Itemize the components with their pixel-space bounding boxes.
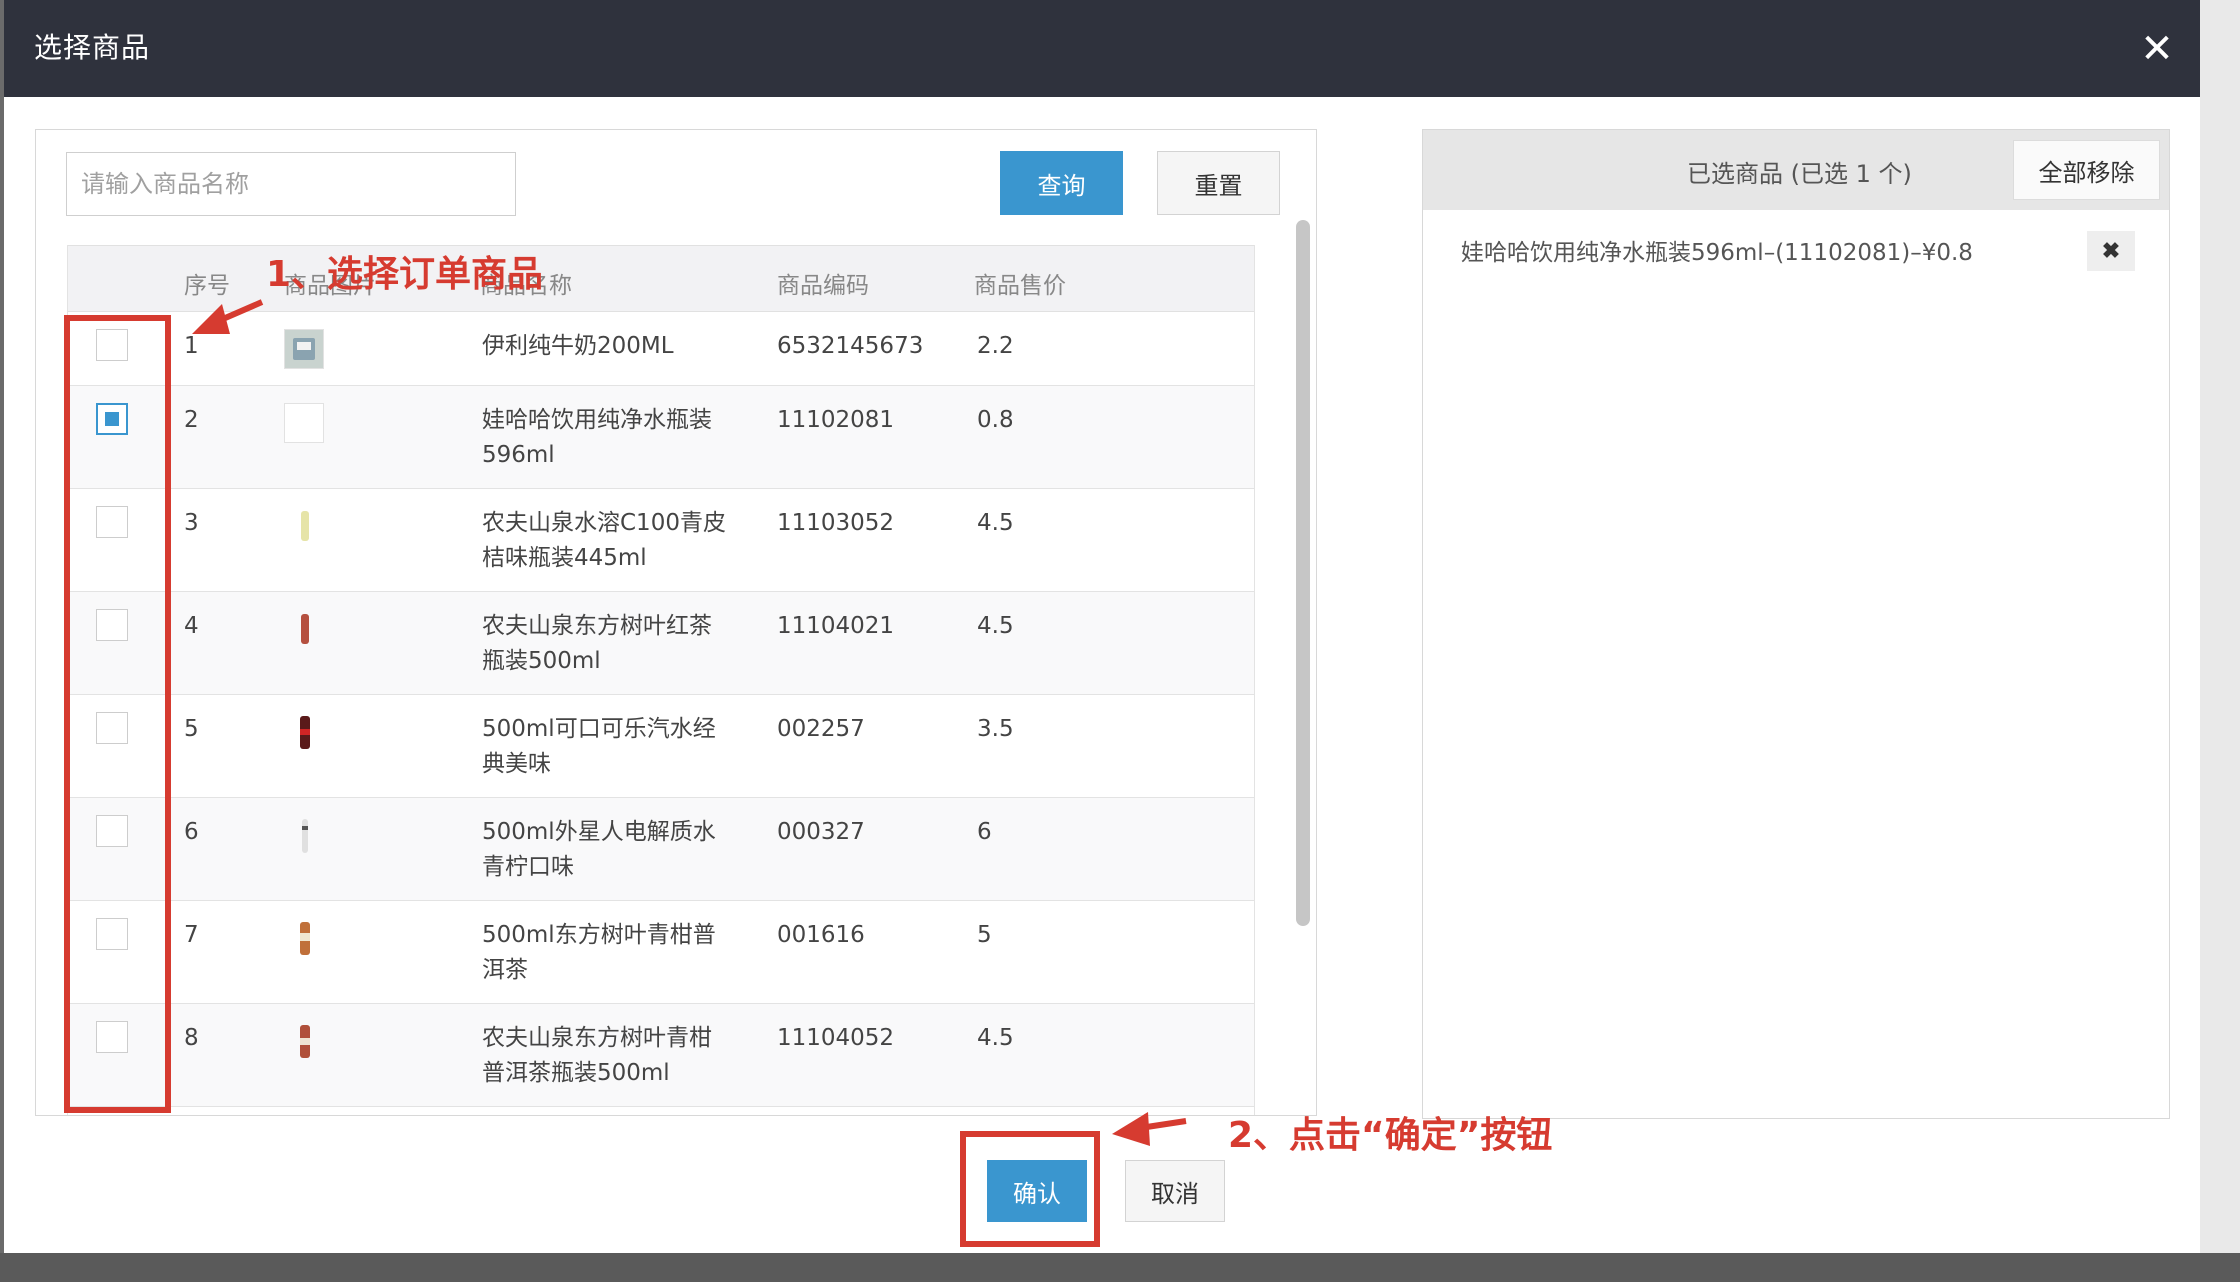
row-name-line1: 500ml东方树叶青柑普	[482, 922, 716, 948]
selected-header: 已选商品 (已选 1 个) 全部移除	[1423, 130, 2169, 210]
row-name-line2: 青柠口味	[482, 854, 574, 880]
row-name-line1: 伊利纯牛奶200ML	[482, 333, 674, 359]
row-index: 2	[184, 407, 199, 433]
selected-item-label: 娃哈哈饮用纯净水瓶装596ml–(11102081)–¥0.8	[1461, 240, 1973, 266]
table-row[interactable]: 5 500ml可口可乐汽水经 典美味 002257 3.5	[68, 695, 1254, 798]
table-row[interactable]: 7 500ml东方树叶青柑普 洱茶 001616 5	[68, 901, 1254, 1004]
column-header-code: 商品编码	[777, 273, 869, 299]
row-index: 5	[184, 716, 199, 742]
row-name-line1: 娃哈哈饮用纯净水瓶装	[482, 407, 712, 433]
product-list-panel: 查询 重置 序号 商品图片 商品名称 商品编码 商品售价 1 伊利纯牛奶200M…	[35, 129, 1317, 1116]
row-code: 6532145673	[777, 333, 924, 359]
row-name-line2: 典美味	[482, 751, 551, 777]
close-icon[interactable]: ✕	[2134, 26, 2180, 72]
row-name-line1: 500ml外星人电解质水	[482, 819, 716, 845]
table-header: 序号 商品图片 商品名称 商品编码 商品售价	[68, 245, 1254, 312]
product-table: 序号 商品图片 商品名称 商品编码 商品售价 1 伊利纯牛奶200ML 6532…	[67, 245, 1255, 1115]
bottle-icon	[284, 815, 324, 855]
page-backdrop-bottom	[0, 1253, 2240, 1282]
row-code: 11102081	[777, 407, 895, 433]
search-button[interactable]: 查询	[1000, 151, 1123, 215]
search-input[interactable]	[66, 152, 516, 216]
row-name-line1: 农夫山泉水溶C100青皮	[482, 510, 726, 536]
row-price: 4.5	[977, 1025, 1014, 1051]
row-code: 11104052	[777, 1025, 895, 1051]
cancel-button[interactable]: 取消	[1125, 1160, 1225, 1222]
row-price: 4.5	[977, 510, 1014, 536]
select-product-modal: 选择商品 ✕ 查询 重置 序号 商品图片 商品名称 商品编码 商品售价 1	[4, 0, 2200, 1253]
row-code: 000327	[777, 819, 865, 845]
row-name-line1: 500ml可口可乐汽水经	[482, 716, 716, 742]
annotation-checkbox-highlight	[64, 315, 171, 1113]
row-index: 4	[184, 613, 199, 639]
table-scrollbar[interactable]	[1296, 220, 1310, 926]
row-price: 4.5	[977, 613, 1014, 639]
row-code: 001616	[777, 922, 865, 948]
table-row[interactable]: 8 农夫山泉东方树叶青柑 普洱茶瓶装500ml 11104052 4.5	[68, 1004, 1254, 1107]
row-index: 1	[184, 333, 199, 359]
row-name-line2: 桔味瓶装445ml	[482, 545, 647, 571]
selected-products-panel: 已选商品 (已选 1 个) 全部移除 娃哈哈饮用纯净水瓶装596ml–(1110…	[1422, 129, 2170, 1119]
row-code: 11103052	[777, 510, 895, 536]
page-backdrop	[2200, 0, 2240, 1282]
bottle-icon	[284, 609, 324, 649]
annotation-confirm-highlight	[960, 1131, 1100, 1247]
table-row[interactable]: 6 500ml外星人电解质水 青柠口味 000327 6	[68, 798, 1254, 901]
milk-box-icon	[284, 329, 324, 369]
row-index: 7	[184, 922, 199, 948]
remove-item-icon[interactable]: ✖	[2087, 231, 2135, 271]
row-name-line1: 农夫山泉东方树叶红茶	[482, 613, 712, 639]
row-code: 002257	[777, 716, 865, 742]
table-row[interactable]: 1 伊利纯牛奶200ML 6532145673 2.2	[68, 312, 1254, 386]
empty-image-icon	[284, 403, 324, 443]
row-price: 3.5	[977, 716, 1014, 742]
row-name-line2: 596ml	[482, 442, 555, 468]
row-price: 2.2	[977, 333, 1014, 359]
bottle-icon	[284, 712, 324, 752]
row-price: 5	[977, 922, 992, 948]
row-index: 6	[184, 819, 199, 845]
table-row[interactable]: 4 农夫山泉东方树叶红茶 瓶装500ml 11104021 4.5	[68, 592, 1254, 695]
column-header-index: 序号	[184, 273, 230, 299]
annotation-step2: 2、点击“确定”按钮	[1228, 1115, 1553, 1156]
remove-all-button[interactable]: 全部移除	[2013, 140, 2160, 200]
annotation-step1: 1、选择订单商品	[266, 254, 544, 295]
row-price: 0.8	[977, 407, 1014, 433]
column-header-price: 商品售价	[974, 273, 1066, 299]
reset-button[interactable]: 重置	[1157, 151, 1280, 215]
row-code: 11104021	[777, 613, 895, 639]
table-row[interactable]: 3 农夫山泉水溶C100青皮 桔味瓶装445ml 11103052 4.5	[68, 489, 1254, 592]
table-row[interactable]: 2 娃哈哈饮用纯净水瓶装 596ml 11102081 0.8	[68, 386, 1254, 489]
row-name-line2: 洱茶	[482, 957, 528, 983]
row-name-line2: 瓶装500ml	[482, 648, 601, 674]
row-name-line2: 普洱茶瓶装500ml	[482, 1060, 670, 1086]
modal-header: 选择商品 ✕	[4, 0, 2200, 97]
row-price: 6	[977, 819, 992, 845]
bottle-icon	[284, 918, 324, 958]
row-index: 8	[184, 1025, 199, 1051]
bottle-icon	[284, 506, 324, 546]
selected-count-title: 已选商品 (已选 1 个)	[1687, 160, 1912, 188]
modal-title: 选择商品	[34, 31, 151, 64]
bottle-icon	[284, 1021, 324, 1061]
row-index: 3	[184, 510, 199, 536]
row-name-line1: 农夫山泉东方树叶青柑	[482, 1025, 712, 1051]
